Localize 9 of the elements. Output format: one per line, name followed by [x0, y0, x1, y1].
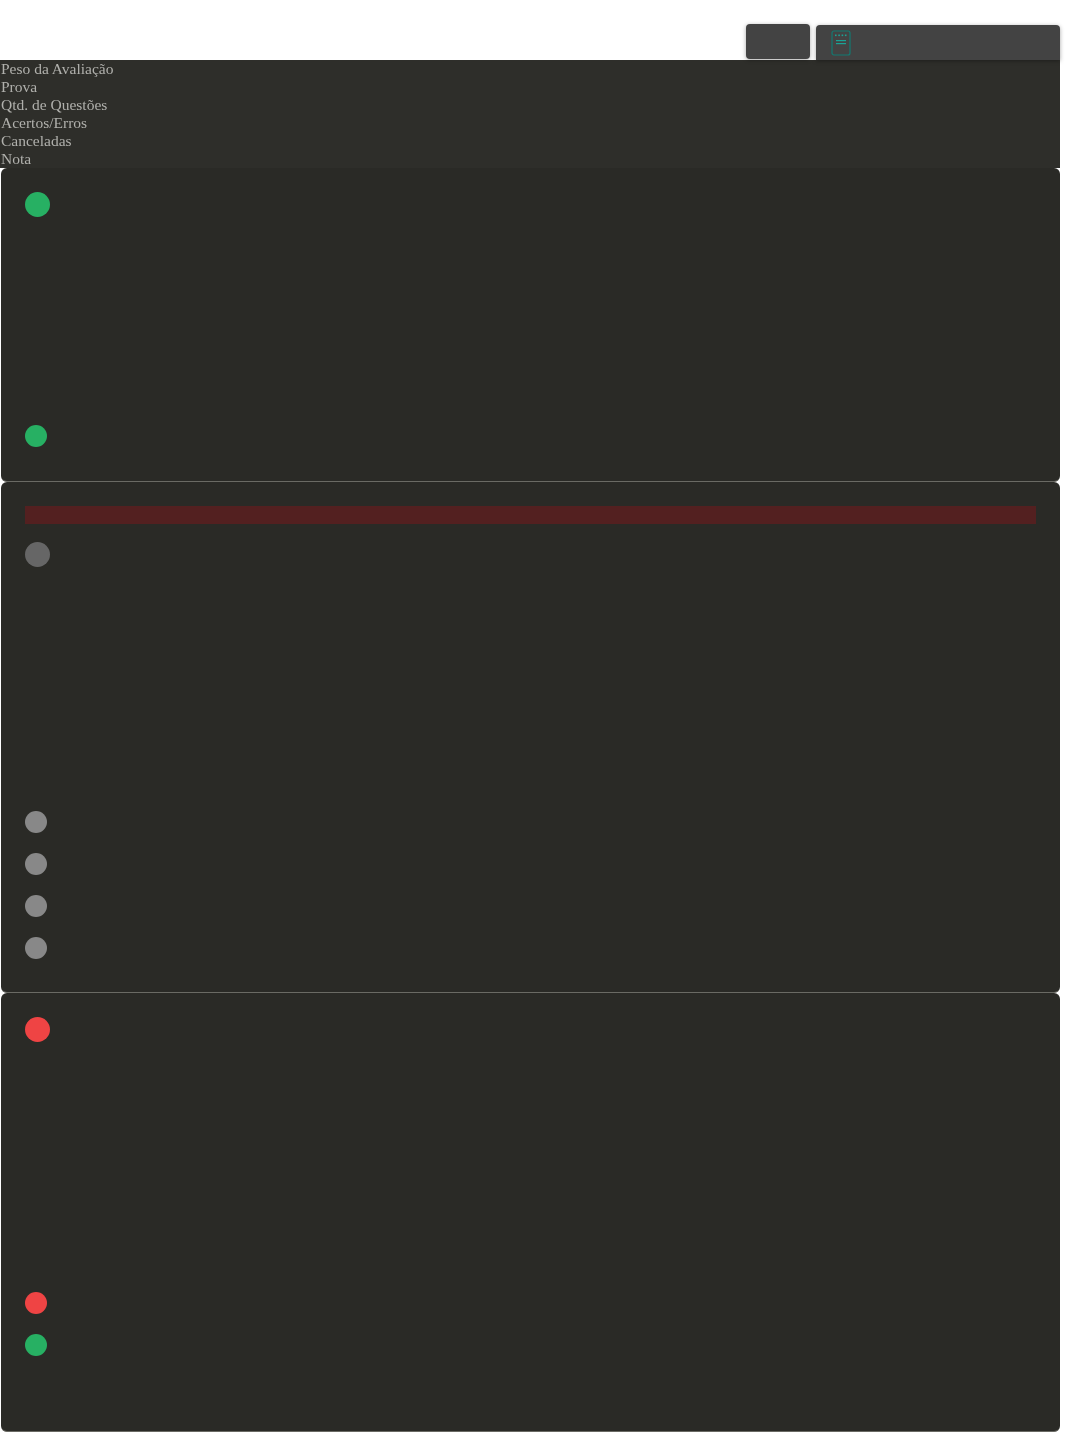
- summary-label: Acertos/Erros: [0, 114, 89, 132]
- summary-label: Peso da Avaliação: [0, 60, 115, 78]
- summary-label: Canceladas: [0, 132, 73, 150]
- summary-label: Qtd. de Questões: [0, 96, 109, 114]
- summary-label: Nota: [0, 150, 33, 168]
- toolbar-button[interactable]: [746, 24, 810, 59]
- summary-label: Prova: [0, 78, 39, 96]
- document-icon: [831, 29, 851, 56]
- document-button[interactable]: [816, 25, 1060, 60]
